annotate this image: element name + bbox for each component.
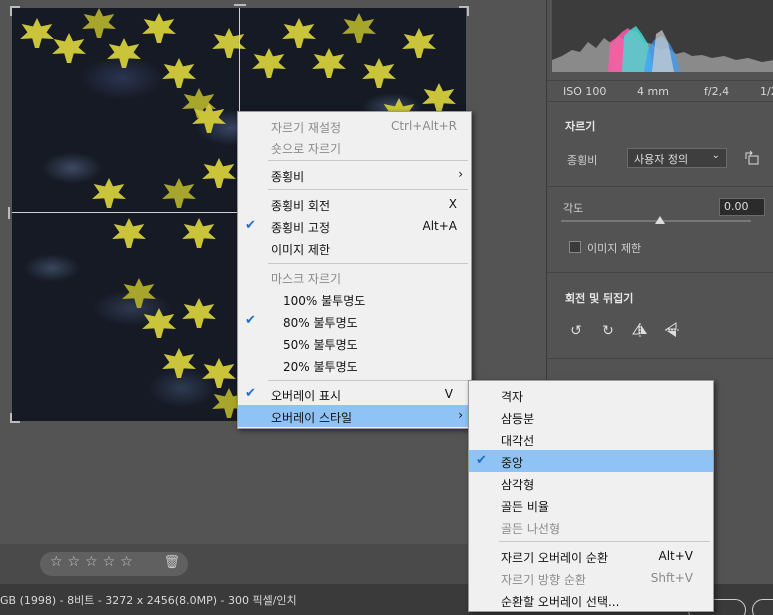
menu-separator: [499, 541, 710, 542]
crop-handle-left[interactable]: [8, 207, 10, 219]
menu-separator: [268, 263, 468, 264]
check-icon: ✔: [245, 313, 256, 328]
menu-item-constrain-image[interactable]: 이미지 제한: [238, 237, 471, 259]
menu-item-opacity-50[interactable]: 50% 불투명도: [238, 332, 471, 354]
crop-section-title: 자르기: [565, 120, 596, 133]
constrain-image-label: 이미지 제한: [587, 242, 642, 255]
flip-horizontal-icon[interactable]: [631, 322, 649, 340]
leaf-shape: [107, 38, 141, 68]
rotate-right-icon[interactable]: ↻: [599, 322, 617, 340]
menu-item-choose-overlays[interactable]: 순환할 오버레이 선택...: [469, 589, 713, 611]
flip-vertical-icon[interactable]: [663, 322, 681, 340]
menu-item-center[interactable]: ✔ 중앙: [469, 450, 713, 472]
crop-context-menu: 자르기 재설정 Ctrl+Alt+R 숏으로 자르기 종횡비 › 종횡비 회전 …: [237, 111, 472, 429]
leaf-shape: [162, 58, 196, 88]
menu-item-opacity-20[interactable]: 20% 불투명도: [238, 354, 471, 376]
menu-item-thirds[interactable]: 삼등분: [469, 406, 713, 428]
constrain-image-checkbox[interactable]: [569, 241, 581, 253]
menu-item-cycle-overlay[interactable]: 자르기 오버레이 순환 Alt+V: [469, 545, 713, 567]
star-rating[interactable]: ☆☆☆☆☆ 🗑: [40, 552, 188, 576]
chevron-down-icon: ⌄: [711, 150, 720, 161]
crop-handle-top[interactable]: [234, 4, 246, 6]
menu-item-grid[interactable]: 격자: [469, 384, 713, 406]
chevron-right-icon: ›: [458, 408, 463, 422]
shutter-value: 1/2: [760, 85, 773, 98]
image-info-text: GB (1998) - 8비트 - 3272 x 2456(8.0MP) - 3…: [0, 594, 297, 607]
ratio-select-value: 사용자 정의: [634, 153, 689, 166]
angle-label: 각도: [563, 202, 584, 215]
menu-item-diagonal[interactable]: 대각선: [469, 428, 713, 450]
leaf-shape: [312, 48, 346, 78]
menu-item-aspect-ratio[interactable]: 종횡비 ›: [238, 164, 471, 186]
overlay-center-line-horizontal: [12, 212, 238, 213]
leaf-shape: [162, 348, 196, 378]
histogram: [552, 0, 773, 72]
ratio-label: 종횡비: [567, 154, 598, 167]
leaf-shape: [52, 33, 86, 63]
iso-value: ISO 100: [563, 85, 607, 98]
leaf-shape: [212, 28, 246, 58]
divider: [547, 186, 773, 187]
camera-info-bar: ISO 100 4 mm f/2,4 1/2: [547, 80, 773, 102]
menu-item-opacity-80[interactable]: ✔ 80% 불투명도: [238, 310, 471, 332]
menu-item-opacity-100[interactable]: 100% 불투명도: [238, 288, 471, 310]
leaf-shape: [92, 178, 126, 208]
trash-icon[interactable]: 🗑: [163, 555, 180, 570]
status-button-2[interactable]: [752, 599, 773, 615]
leaf-shape: [112, 218, 146, 248]
leaf-shape: [282, 18, 316, 48]
menu-item-reset-crop[interactable]: 자르기 재설정 Ctrl+Alt+R: [238, 115, 471, 137]
leaf-shape: [252, 48, 286, 78]
menu-header-mask-crop: 마스크 자르기: [271, 272, 342, 286]
check-icon: ✔: [245, 386, 256, 401]
leaf-shape: [202, 358, 236, 388]
leaf-shape: [202, 158, 236, 188]
menu-separator: [268, 160, 468, 161]
leaf-shape: [142, 13, 176, 43]
menu-item-triangle[interactable]: 삼각형: [469, 472, 713, 494]
leaf-shape: [142, 308, 176, 338]
overlay-style-submenu: 격자 삼등분 대각선 ✔ 중앙 삼각형 골든 비율 골든 나선형 자르기 오버레…: [468, 380, 714, 612]
crop-handle-bottom-left[interactable]: [10, 413, 20, 423]
menu-item-show-overlay[interactable]: ✔ 오버레이 표시 V: [238, 383, 471, 405]
menu-item-overlay-style[interactable]: 오버레이 스타일 ›: [238, 405, 471, 427]
histogram-graph: [552, 26, 773, 72]
divider: [547, 272, 773, 273]
overlay-center-line-vertical: [239, 8, 240, 113]
crop-handle-top-left[interactable]: [10, 6, 20, 16]
leaf-shape: [82, 8, 116, 38]
leaf-shape: [342, 13, 376, 43]
angle-slider-thumb[interactable]: [655, 216, 665, 224]
angle-input[interactable]: 0.00: [719, 198, 765, 216]
leaf-shape: [20, 18, 54, 48]
rotate-section-title: 회전 및 뒤집기: [565, 292, 634, 305]
leaf-shape: [182, 218, 216, 248]
divider: [547, 358, 773, 359]
leaf-shape: [122, 278, 156, 308]
menu-item-golden-ratio[interactable]: 골든 비율: [469, 494, 713, 516]
menu-item-rotate-ratio[interactable]: 종횡비 회전 X: [238, 193, 471, 215]
check-icon: ✔: [245, 218, 256, 233]
leaf-shape: [162, 178, 196, 208]
chevron-right-icon: ›: [458, 167, 463, 181]
menu-separator: [268, 189, 468, 190]
ratio-select[interactable]: 사용자 정의 ⌄: [627, 148, 727, 168]
check-icon: ✔: [476, 453, 487, 468]
star-icons[interactable]: ☆☆☆☆☆: [50, 554, 138, 570]
focal-length-value: 4 mm: [637, 85, 669, 98]
rotate-left-icon[interactable]: ↺: [567, 322, 585, 340]
menu-item-cycle-orientation[interactable]: 자르기 방향 순환 Shft+V: [469, 567, 713, 589]
menu-item-crop-to-shot[interactable]: 숏으로 자르기: [238, 136, 471, 158]
crop-handle-top-right[interactable]: [459, 6, 469, 16]
aperture-value: f/2,4: [704, 85, 730, 98]
menu-separator: [268, 380, 468, 381]
menu-item-golden-spiral[interactable]: 골든 나선형: [469, 516, 713, 538]
leaf-shape: [182, 298, 216, 328]
leaf-shape: [422, 83, 456, 113]
rotate-ratio-icon[interactable]: [743, 150, 761, 168]
leaf-shape: [362, 58, 396, 88]
menu-item-lock-ratio[interactable]: ✔ 종횡비 고정 Alt+A: [238, 215, 471, 237]
leaf-shape: [402, 28, 436, 58]
